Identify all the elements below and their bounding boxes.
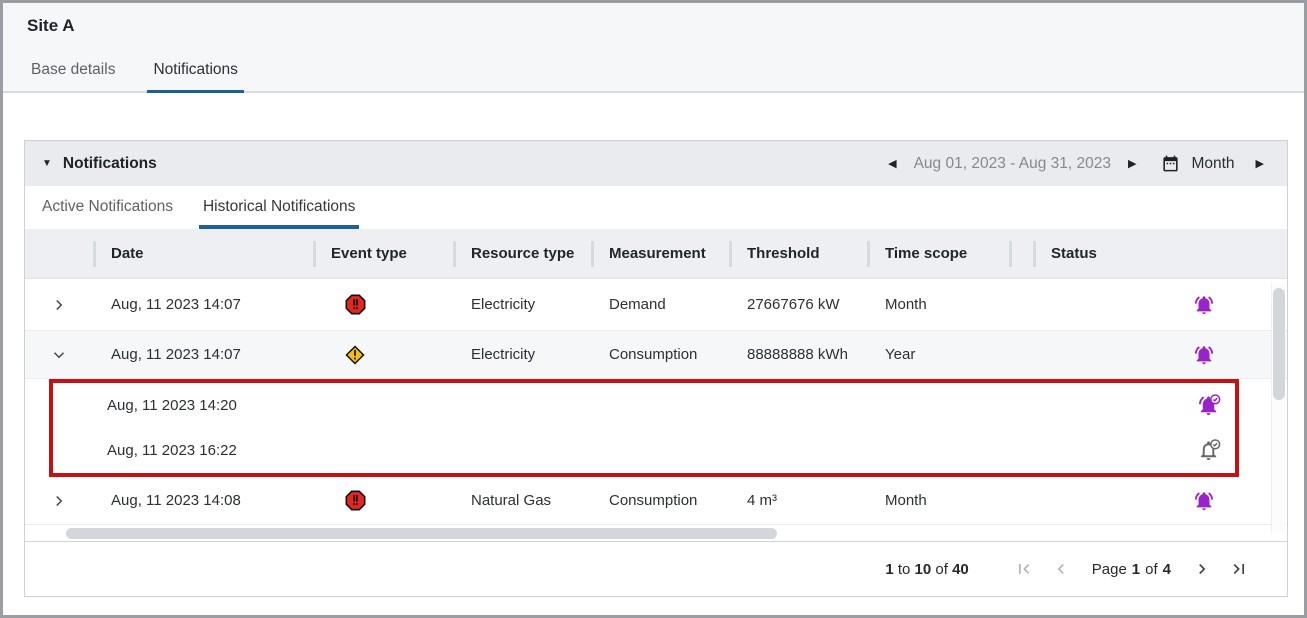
notification-subtabs: Active Notifications Historical Notifica…	[25, 186, 1287, 229]
range-from: 1	[885, 561, 893, 578]
expand-row-button[interactable]	[25, 492, 93, 510]
table-row-expanded[interactable]: Aug, 11 2023 14:07 Electricity Consumpti…	[25, 331, 1287, 379]
cell-resource-type: Electricity	[453, 346, 591, 363]
period-menu-icon[interactable]: ▶	[1247, 157, 1273, 170]
highlight-box: Aug, 11 2023 14:20 Aug, 11 2023 16:22	[49, 379, 1239, 477]
cell-measurement: Demand	[591, 296, 729, 313]
history-subrow: Aug, 11 2023 14:20	[53, 383, 1235, 428]
vertical-scrollbar-track[interactable]	[1271, 283, 1285, 533]
page-header: Site A Base details Notifications	[3, 3, 1304, 93]
calendar-icon[interactable]	[1161, 154, 1180, 173]
tab-base-details[interactable]: Base details	[25, 61, 121, 91]
ringing-bell-icon[interactable]	[1033, 490, 1287, 512]
table-row[interactable]: Aug, 11 2023 14:07 Electricity Demand 27…	[25, 279, 1287, 331]
pagination: 1 to 10 of 40 Page 1 of 4	[25, 542, 1287, 579]
main-tabs: Base details Notifications	[3, 36, 1304, 93]
cell-time-scope: Month	[867, 296, 1009, 313]
cell-resource-type: Natural Gas	[453, 492, 591, 509]
chevron-right-icon	[50, 492, 68, 510]
header-measurement: Measurement	[591, 241, 729, 267]
header-threshold: Threshold	[729, 241, 867, 267]
collapse-row-button[interactable]	[25, 346, 93, 364]
cell-date: Aug, 11 2023 14:20	[107, 397, 237, 414]
panel-header: ▼ Notifications ◀ Aug 01, 2023 - Aug 31,…	[25, 141, 1287, 186]
page-indicator: Page 1 of 4	[1092, 561, 1171, 578]
tab-active-notifications[interactable]: Active Notifications	[38, 186, 177, 229]
period-selector[interactable]: Month	[1191, 155, 1234, 173]
cell-measurement: Consumption	[591, 492, 729, 509]
cell-time-scope: Year	[867, 346, 1009, 363]
chevron-right-icon	[50, 296, 68, 314]
panel-title: Notifications	[63, 155, 157, 173]
chevron-down-icon	[50, 346, 68, 364]
next-page-icon[interactable]	[1192, 559, 1212, 579]
table-row[interactable]: Aug, 11 2023 14:08 Natural Gas Consumpti…	[25, 477, 1287, 525]
cell-threshold: 88888888 kWh	[729, 346, 867, 363]
tab-historical-notifications[interactable]: Historical Notifications	[199, 186, 359, 229]
cell-threshold: 27667676 kW	[729, 296, 867, 313]
header-time-scope: Time scope	[867, 241, 1009, 267]
header-status: Status	[1033, 241, 1287, 267]
horizontal-scrollbar-track[interactable]	[25, 525, 1287, 542]
tab-notifications[interactable]: Notifications	[147, 61, 243, 91]
prev-period-icon[interactable]: ◀	[879, 157, 905, 170]
notifications-table: Date Event type Resource type Measuremen…	[25, 229, 1287, 542]
app-window: Site A Base details Notifications ▼ Noti…	[0, 0, 1307, 618]
range-to: 10	[915, 561, 932, 578]
critical-event-icon	[313, 490, 453, 511]
header-resource-type: Resource type	[453, 241, 591, 267]
page-title: Site A	[3, 3, 1304, 36]
cell-resource-type: Electricity	[453, 296, 591, 313]
current-page: 1	[1132, 561, 1140, 578]
header-date: Date	[93, 241, 313, 267]
cell-measurement: Consumption	[591, 346, 729, 363]
ringing-bell-icon[interactable]	[1033, 294, 1287, 316]
cell-time-scope: Month	[867, 492, 1009, 509]
critical-event-icon	[313, 294, 453, 315]
collapse-chevron-icon[interactable]: ▼	[42, 158, 52, 169]
cell-date: Aug, 11 2023 14:08	[93, 492, 313, 509]
acknowledged-bell-icon[interactable]	[1197, 439, 1221, 462]
total-pages: 4	[1163, 561, 1171, 578]
range-total: 40	[952, 561, 969, 578]
history-subrow: Aug, 11 2023 16:22	[53, 428, 1235, 473]
header-event-type: Event type	[313, 241, 453, 267]
snoozed-bell-icon[interactable]	[1197, 394, 1221, 417]
cell-date: Aug, 11 2023 14:07	[93, 346, 313, 363]
ringing-bell-icon[interactable]	[1033, 344, 1287, 366]
warning-event-icon	[313, 345, 453, 365]
horizontal-scrollbar-thumb[interactable]	[66, 528, 777, 539]
cell-threshold: 4 m³	[729, 492, 867, 509]
next-period-icon[interactable]: ▶	[1119, 157, 1145, 170]
previous-page-icon[interactable]	[1051, 559, 1071, 579]
cell-date: Aug, 11 2023 16:22	[107, 442, 237, 459]
vertical-scrollbar-thumb[interactable]	[1273, 288, 1285, 400]
date-range[interactable]: Aug 01, 2023 - Aug 31, 2023	[914, 155, 1111, 173]
notifications-panel: ▼ Notifications ◀ Aug 01, 2023 - Aug 31,…	[24, 140, 1288, 597]
first-page-icon[interactable]	[1014, 559, 1034, 579]
header-expander-column	[25, 241, 93, 267]
header-spacer	[1009, 241, 1033, 267]
expand-row-button[interactable]	[25, 296, 93, 314]
cell-date: Aug, 11 2023 14:07	[93, 296, 313, 313]
last-page-icon[interactable]	[1229, 559, 1249, 579]
pagination-range: 1 to 10 of 40	[885, 561, 968, 578]
table-header-row: Date Event type Resource type Measuremen…	[25, 229, 1287, 279]
